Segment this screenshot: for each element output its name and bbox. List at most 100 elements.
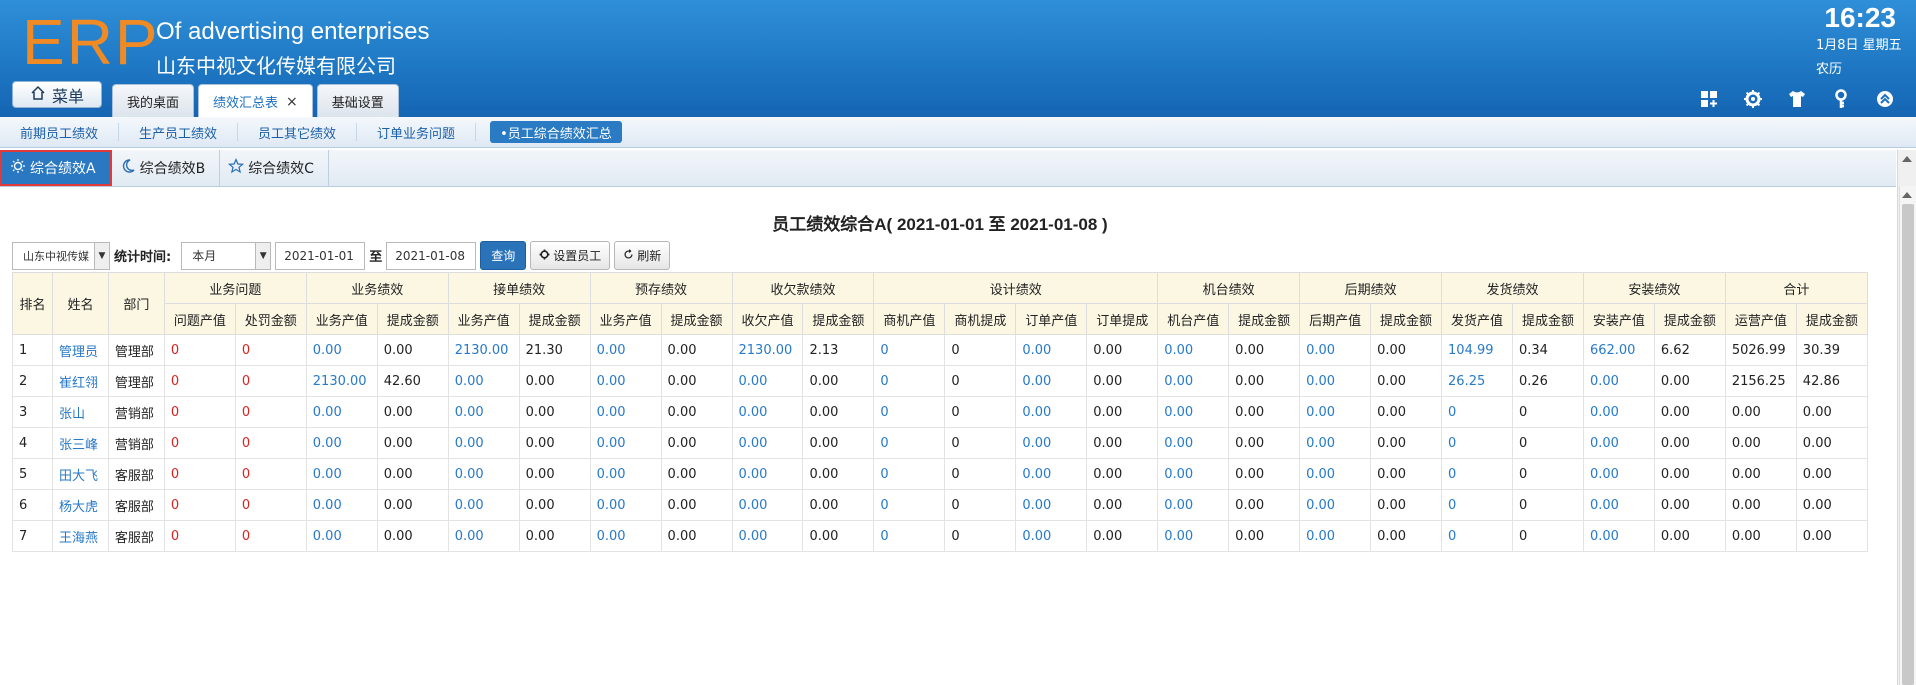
table-cell[interactable]: 0.00 [1015,489,1088,521]
subnav-order-issues[interactable]: 订单业务问题 [357,123,477,142]
table-cell[interactable]: 0.00 [731,365,804,397]
table-cell[interactable]: 0.00 [731,396,804,428]
employee-name-link[interactable]: 张三峰 [51,427,109,459]
table-cell[interactable]: 0.00 [1299,365,1372,397]
table-cell[interactable]: 0.00 [447,520,520,552]
table-cell[interactable]: 0.00 [1157,489,1230,521]
table-cell[interactable]: 0.00 [1015,427,1088,459]
table-cell[interactable]: 0.00 [1015,365,1088,397]
table-cell[interactable]: 0.00 [305,489,378,521]
company-select[interactable]: 山东中视传媒 ▼ [12,241,110,270]
table-cell[interactable]: 0.00 [447,458,520,490]
refresh-button[interactable]: 刷新 [614,241,671,270]
table-cell[interactable]: 0 [1441,489,1513,521]
table-cell[interactable]: 0.00 [1299,458,1372,490]
employee-name-link[interactable]: 管理员 [51,334,109,366]
period-select[interactable]: 本月 ▼ [181,241,272,270]
table-cell[interactable]: 0.00 [447,427,520,459]
key-icon[interactable] [1830,88,1852,110]
table-cell[interactable]: 0.00 [1157,520,1230,552]
subnav-early-staff[interactable]: 前期员工绩效 [0,123,120,142]
table-cell[interactable]: 0.00 [589,520,662,552]
employee-name-link[interactable]: 王海燕 [51,520,109,552]
table-cell[interactable]: 0.00 [1582,396,1655,428]
table-cell[interactable]: 0.00 [1157,334,1230,366]
table-cell[interactable]: 0.00 [1582,365,1655,397]
table-cell[interactable]: 0.00 [1299,396,1372,428]
tab-my-desktop[interactable]: 我的桌面 [112,84,195,117]
subnav-comprehensive-summary[interactable]: •员工综合绩效汇总 [490,121,622,143]
table-cell[interactable]: 0 [873,334,946,366]
table-cell[interactable]: 0.00 [1299,427,1372,459]
table-cell[interactable]: 0 [873,365,946,397]
scroll-up-arrow-icon[interactable] [1902,156,1912,162]
table-cell[interactable]: 0 [873,458,946,490]
scroll-up-arrow-icon[interactable] [1902,192,1912,198]
scroll-thumb[interactable] [1902,204,1914,685]
tab-comprehensive-c[interactable]: 综合绩效C [220,150,329,186]
table-cell[interactable]: 0.00 [589,396,662,428]
table-cell[interactable]: 0 [873,489,946,521]
date-to-input[interactable]: 2021-01-08 [386,241,477,270]
employee-name-link[interactable]: 田大飞 [51,458,109,490]
table-cell[interactable]: 0.00 [305,334,378,366]
table-cell[interactable]: 0.00 [731,489,804,521]
grid-add-icon[interactable] [1698,88,1720,110]
table-cell[interactable]: 0.00 [447,396,520,428]
table-cell[interactable]: 0.00 [1015,520,1088,552]
table-cell[interactable]: 0.00 [589,458,662,490]
table-cell[interactable]: 0.00 [1582,458,1655,490]
set-staff-button[interactable]: 设置员工 [530,241,611,270]
subnav-other-staff[interactable]: 员工其它绩效 [238,123,358,142]
table-cell[interactable]: 26.25 [1441,365,1513,397]
table-cell[interactable]: 0.00 [305,458,378,490]
table-cell[interactable]: 0.00 [1157,458,1230,490]
tab-basic-settings[interactable]: 基础设置 [316,84,399,117]
employee-name-link[interactable]: 崔红翎 [51,365,109,397]
tab-performance-summary[interactable]: 绩效汇总表 × [198,84,313,118]
table-cell[interactable]: 0 [1441,520,1513,552]
table-cell[interactable]: 0.00 [1299,520,1372,552]
table-cell[interactable]: 0.00 [1015,334,1088,366]
table-cell[interactable]: 0.00 [1582,520,1655,552]
table-cell[interactable]: 0.00 [1015,458,1088,490]
table-cell[interactable]: 0.00 [1582,427,1655,459]
date-from-input[interactable]: 2021-01-01 [275,241,366,270]
table-cell[interactable]: 0.00 [589,427,662,459]
query-button[interactable]: 查询 [480,241,527,270]
tab-comprehensive-a[interactable]: 综合绩效A [0,150,112,186]
table-cell[interactable]: 0.00 [305,427,378,459]
table-cell[interactable]: 0.00 [1157,427,1230,459]
employee-name-link[interactable]: 张山 [51,396,109,428]
table-cell[interactable]: 0 [873,520,946,552]
employee-name-link[interactable]: 杨大虎 [51,489,109,521]
table-cell[interactable]: 0 [1441,458,1513,490]
table-cell[interactable]: 0.00 [1582,489,1655,521]
table-cell[interactable]: 0 [1441,396,1513,428]
table-cell[interactable]: 0.00 [589,489,662,521]
table-cell[interactable]: 0 [1441,427,1513,459]
table-cell[interactable]: 0.00 [447,489,520,521]
table-cell[interactable]: 0.00 [305,396,378,428]
table-cell[interactable]: 0.00 [589,365,662,397]
shirt-icon[interactable] [1786,88,1808,110]
table-cell[interactable]: 0.00 [1299,489,1372,521]
gear-icon[interactable] [1742,88,1764,110]
table-cell[interactable]: 2130.00 [305,365,378,397]
table-cell[interactable]: 104.99 [1441,334,1513,366]
table-cell[interactable]: 0.00 [731,427,804,459]
table-cell[interactable]: 0.00 [305,520,378,552]
collapse-up-icon[interactable] [1874,88,1896,110]
table-cell[interactable]: 0.00 [1157,396,1230,428]
table-cell[interactable]: 0 [873,396,946,428]
table-cell[interactable]: 0.00 [1015,396,1088,428]
tab-comprehensive-b[interactable]: 综合绩效B [112,150,221,186]
subnav-production-staff[interactable]: 生产员工绩效 [119,123,239,142]
table-cell[interactable]: 2130.00 [731,334,804,366]
menu-button[interactable]: 菜单 [12,81,102,108]
table-cell[interactable]: 0 [873,427,946,459]
table-cell[interactable]: 0.00 [589,334,662,366]
table-cell[interactable]: 0.00 [731,520,804,552]
table-cell[interactable]: 0.00 [1157,365,1230,397]
table-cell[interactable]: 0.00 [447,365,520,397]
